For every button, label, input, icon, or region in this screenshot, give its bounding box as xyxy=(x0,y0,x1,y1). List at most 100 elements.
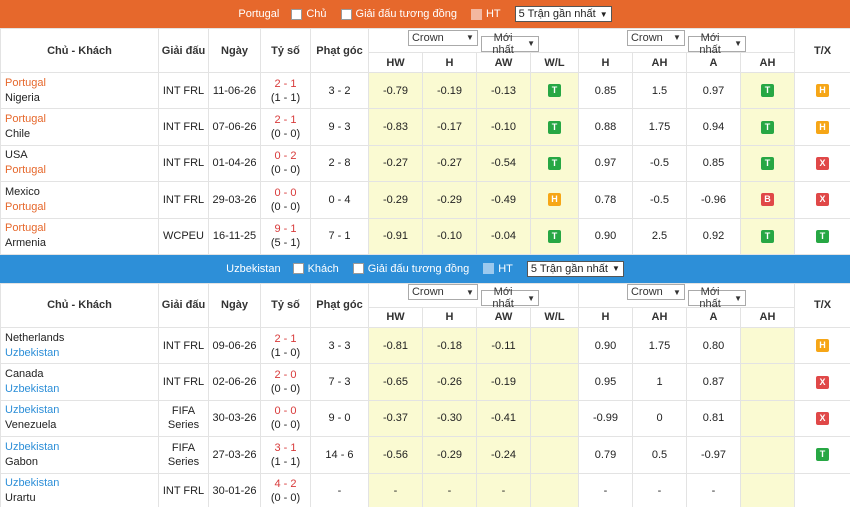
chevron-down-icon: ▼ xyxy=(466,287,474,297)
odds-a: 0.92 xyxy=(686,217,741,255)
odds-hw: -0.79 xyxy=(368,71,423,110)
away-team[interactable]: Venezuela xyxy=(5,418,158,433)
odds2-book-select[interactable]: Crown ▼ xyxy=(626,29,685,46)
home-team[interactable]: Netherlands xyxy=(5,331,158,346)
odds2-book-select[interactable]: Crown ▼ xyxy=(626,284,685,301)
result-wl-badge: H xyxy=(548,193,561,207)
chevron-down-icon: ▼ xyxy=(527,293,536,303)
chevron-down-icon: ▼ xyxy=(673,287,681,297)
table-row[interactable]: USA Portugal INT FRL 01-04-26 0 - 2 (0 - 0) 2 … xyxy=(0,144,850,183)
away-team[interactable]: Uzbekistan xyxy=(5,382,158,397)
chevron-down-icon: ▼ xyxy=(673,33,681,42)
odds-a: 0.80 xyxy=(686,326,741,365)
table-row[interactable]: Portugal Nigeria INT FRL 11-06-26 2 - 1 (1 - … xyxy=(0,71,850,110)
home-team[interactable]: Canada xyxy=(5,367,158,382)
home-team[interactable]: Portugal xyxy=(5,76,158,91)
league-name: INT FRL xyxy=(162,84,205,97)
chevron-down-icon: ▼ xyxy=(599,9,608,19)
same-league-checkbox[interactable]: Giải đấu tương đồng xyxy=(352,263,469,275)
away-filter-label: Khách xyxy=(307,262,339,275)
odds-hw: -0.81 xyxy=(368,326,423,365)
odds-h: -0.30 xyxy=(422,399,477,438)
home-team[interactable]: Uzbekistan xyxy=(5,476,158,491)
away-team[interactable]: Gabon xyxy=(5,455,158,470)
away-team[interactable]: Urartu xyxy=(5,491,158,506)
col-h2: H xyxy=(578,52,633,73)
away-team[interactable]: Portugal xyxy=(5,200,158,215)
table-row[interactable]: Uzbekistan Venezuela FIFA Series 30-03-26 0 -… xyxy=(0,399,850,438)
col-ah2: AH xyxy=(740,52,795,73)
result-tx: X xyxy=(794,144,850,183)
table-row[interactable]: Mexico Portugal INT FRL 29-03-26 0 - 0 (0 - 0… xyxy=(0,181,850,219)
odds2-time-select[interactable]: Mới nhất ▼ xyxy=(688,286,747,310)
table-row[interactable]: Uzbekistan Urartu INT FRL 30-01-26 4 - 2 (0 -… xyxy=(0,472,850,507)
table-row[interactable]: Portugal Armenia WCPEU 16-11-25 9 - 1 (5 - 1)… xyxy=(0,217,850,255)
table-row[interactable]: Uzbekistan Gabon FIFA Series 27-03-26 3 - 1 (1… xyxy=(0,436,850,474)
result-tx: X xyxy=(794,399,850,438)
result-wl: T xyxy=(530,144,579,183)
odds1-header: Crown ▼ Mới nhất ▼ xyxy=(368,28,579,56)
away-team[interactable]: Armenia xyxy=(5,236,158,251)
col-teams: Chủ - Khách xyxy=(0,282,159,328)
result-wl-badge: T xyxy=(548,156,561,170)
result-tx: T xyxy=(794,436,850,474)
odds-a: - xyxy=(686,472,741,507)
match-score: 2 - 1 (1 - 0) xyxy=(260,326,311,365)
home-filter-checkbox[interactable]: Chủ xyxy=(291,8,327,20)
match-score: 9 - 1 (5 - 1) xyxy=(260,217,311,255)
away-team[interactable]: Uzbekistan xyxy=(5,346,158,361)
half-time-score: (5 - 1) xyxy=(270,237,301,250)
match-score: 2 - 1 (0 - 0) xyxy=(260,108,311,146)
odds2-time-select[interactable]: Mới nhất ▼ xyxy=(688,32,747,56)
odds-aw: -0.49 xyxy=(476,181,531,219)
recent-matches-select[interactable]: 5 Trận gần nhất ▼ xyxy=(514,6,612,22)
ht-checkbox[interactable]: HT xyxy=(470,8,501,20)
col-aw: AW xyxy=(476,52,531,73)
table-row[interactable]: Portugal Chile INT FRL 07-06-26 2 - 1 (0 - 0)… xyxy=(0,108,850,146)
home-team[interactable]: Uzbekistan xyxy=(5,440,158,455)
odds-aw: - xyxy=(476,472,531,507)
result-wl xyxy=(530,436,579,474)
odds1-book-select[interactable]: Crown ▼ xyxy=(407,284,478,301)
result-tx: X xyxy=(794,363,850,401)
recent-matches-select[interactable]: 5 Trận gần nhất ▼ xyxy=(526,260,624,277)
chevron-down-icon: ▼ xyxy=(734,39,743,48)
league-name-line2: Series xyxy=(167,455,200,468)
away-team[interactable]: Chile xyxy=(5,127,158,142)
portugal-results-table: Chủ - Khách Giải đấu Ngày Tỷ số Phạt góc… xyxy=(0,28,850,255)
home-filter-label: Chủ xyxy=(306,8,327,20)
odds1-book-select[interactable]: Crown ▼ xyxy=(407,29,478,46)
away-team[interactable]: Portugal xyxy=(5,163,158,178)
odds-hw: -0.29 xyxy=(368,181,423,219)
away-team[interactable]: Nigeria xyxy=(5,91,158,106)
table-row[interactable]: Canada Uzbekistan INT FRL 02-06-26 2 - 0 (0 -… xyxy=(0,363,850,401)
home-team[interactable]: Portugal xyxy=(5,112,158,127)
col-corners: Phạt góc xyxy=(310,282,369,328)
result-wl: T xyxy=(530,108,579,146)
result-ah-badge: T xyxy=(761,229,774,243)
odds1-time-select[interactable]: Mới nhất ▼ xyxy=(481,32,540,56)
same-league-checkbox[interactable]: Giải đấu tương đồng xyxy=(340,8,457,20)
match-date: 29-03-26 xyxy=(208,181,261,219)
match-date: 30-01-26 xyxy=(208,472,261,507)
result-ah: T xyxy=(740,71,795,110)
result-ah: T xyxy=(740,217,795,255)
odds-h2: -0.99 xyxy=(578,399,633,438)
result-wl xyxy=(530,472,579,507)
home-team[interactable]: Portugal xyxy=(5,221,158,236)
home-team[interactable]: USA xyxy=(5,148,158,163)
home-team[interactable]: Mexico xyxy=(5,185,158,200)
match-date: 07-06-26 xyxy=(208,108,261,146)
league: INT FRL xyxy=(158,326,209,365)
odds1-time-select[interactable]: Mới nhất ▼ xyxy=(481,286,540,310)
league-name: INT FRL xyxy=(162,485,205,498)
odds-h: -0.10 xyxy=(422,217,477,255)
ht-checkbox[interactable]: HT xyxy=(483,263,513,275)
match-teams: USA Portugal xyxy=(0,144,159,183)
table-row[interactable]: Netherlands Uzbekistan INT FRL 09-06-26 2 - … xyxy=(0,326,850,365)
odds-hw: - xyxy=(368,472,423,507)
home-team[interactable]: Uzbekistan xyxy=(5,403,158,418)
odds2-header: Crown ▼ Mới nhất ▼ xyxy=(578,282,795,310)
away-filter-checkbox[interactable]: Khách xyxy=(292,262,339,275)
corners: 9 - 3 xyxy=(310,108,369,146)
